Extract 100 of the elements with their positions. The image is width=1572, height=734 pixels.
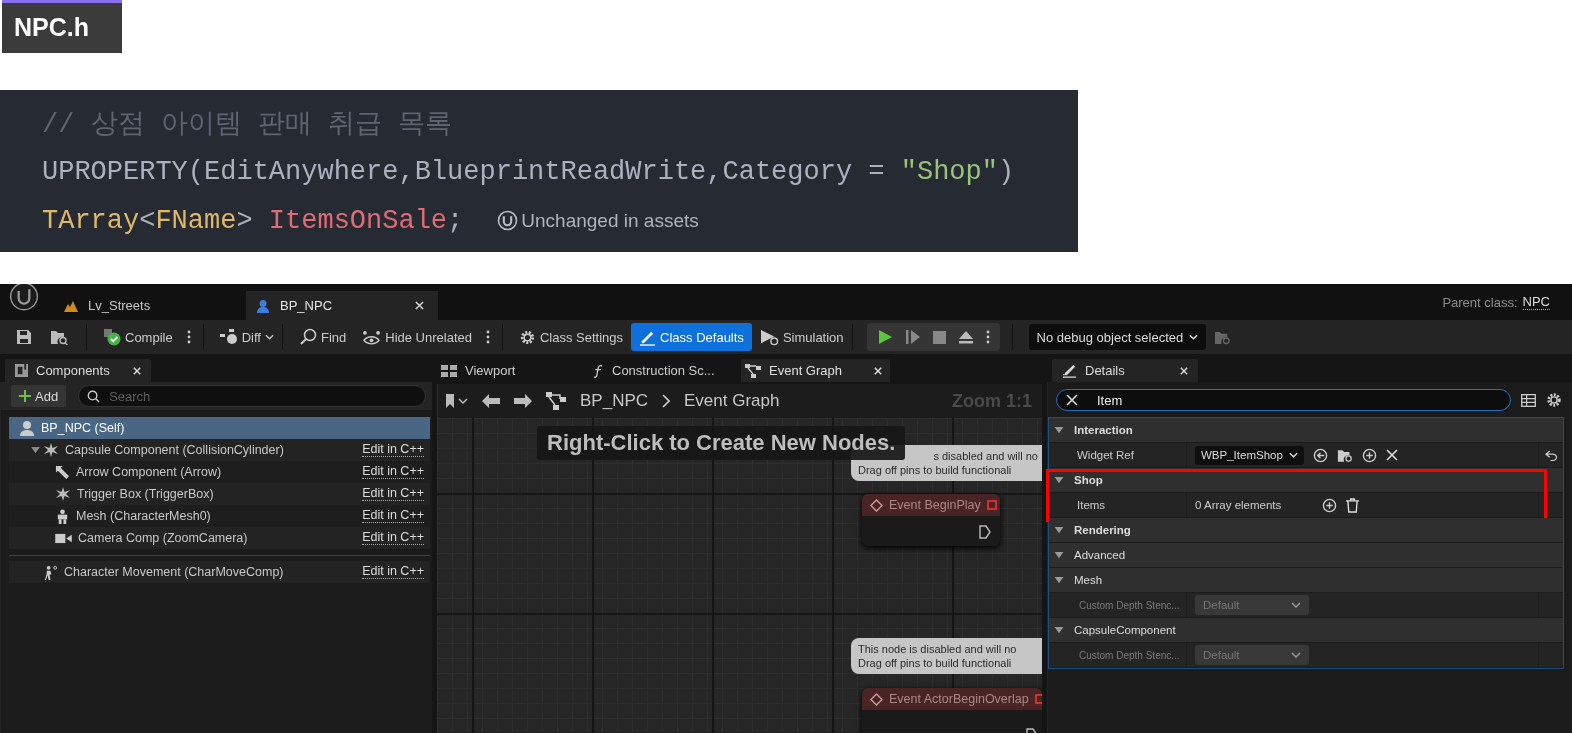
- comment-text: Drag off pins to build functionali: [858, 656, 1013, 670]
- component-row[interactable]: Character Movement (CharMoveComp) Edit in C++: [9, 561, 430, 583]
- table-icon[interactable]: [1521, 393, 1536, 407]
- category-header[interactable]: CapsuleComponent: [1049, 618, 1563, 643]
- category-header[interactable]: Rendering: [1049, 518, 1563, 543]
- pencil-icon: [1062, 363, 1077, 378]
- component-row[interactable]: BP_NPC (Self): [9, 417, 430, 439]
- code-line: UPROPERTY(EditAnywhere,BlueprintReadWrite,Category = "Shop"): [42, 156, 1015, 187]
- person-icon: [19, 420, 35, 436]
- codelens-hint[interactable]: Unchanged in assets: [521, 209, 699, 232]
- collapse-arrow-icon[interactable]: [31, 446, 40, 454]
- checkmark-icon: [103, 328, 121, 346]
- play-icon[interactable]: [876, 329, 893, 345]
- close-icon[interactable]: [874, 366, 882, 375]
- component-name: Trigger Box (TriggerBox): [77, 487, 215, 501]
- node-graph-icon[interactable]: [546, 392, 566, 410]
- back-arrow-icon[interactable]: [482, 394, 500, 408]
- category-name: Advanced: [1074, 549, 1126, 561]
- component-row[interactable]: Trigger Box (TriggerBox) Edit in C++: [9, 483, 430, 505]
- parent-class-link[interactable]: NPC: [1522, 294, 1550, 310]
- search-field[interactable]: Search: [78, 385, 426, 407]
- close-icon[interactable]: [133, 366, 141, 375]
- more-icon[interactable]: [485, 330, 490, 344]
- category-header[interactable]: Mesh: [1049, 568, 1563, 593]
- walking-figure-icon: [43, 564, 58, 580]
- component-icon: [15, 364, 28, 377]
- trash-icon[interactable]: [1346, 497, 1359, 513]
- eye-icon: [362, 329, 382, 345]
- property-name: Custom Depth Stenc...: [1049, 593, 1187, 617]
- diamond-icon: [870, 692, 883, 706]
- document-tab[interactable]: Lv_Streets: [54, 291, 246, 320]
- array-count: 0 Array elements: [1195, 499, 1283, 511]
- property-name: Custom Depth Stenc...: [1049, 643, 1187, 667]
- function-icon: [593, 363, 604, 378]
- step-icon[interactable]: [904, 329, 921, 345]
- component-row[interactable]: Capsule Component (CollisionCylinder) Edit in C++: [9, 439, 430, 461]
- find-button[interactable]: Find: [290, 323, 355, 351]
- category-name: Shop: [1074, 474, 1103, 486]
- category-header[interactable]: Shop: [1049, 468, 1563, 493]
- category-header[interactable]: Advanced: [1049, 543, 1563, 568]
- graph-tab[interactable]: Event Graph: [741, 359, 890, 382]
- folder-search-icon[interactable]: [50, 329, 68, 345]
- debug-object-dropdown[interactable]: No debug object selected: [1028, 324, 1207, 350]
- edit-in-cpp-link[interactable]: Edit in C++: [362, 443, 424, 457]
- save-icon[interactable]: [16, 329, 32, 345]
- component-name: Capsule Component (CollisionCylinder): [65, 443, 285, 457]
- add-icon[interactable]: [1322, 497, 1337, 513]
- diff-button[interactable]: Diff: [211, 323, 282, 351]
- more-icon[interactable]: [186, 330, 191, 344]
- caret-icon: [1189, 334, 1199, 340]
- collapse-arrow-icon: [1054, 426, 1064, 434]
- document-tab[interactable]: BP_NPC: [246, 291, 438, 320]
- code-line: TArray<FName> ItemsOnSale;: [42, 205, 464, 236]
- component-row[interactable]: Camera Comp (ZoomCamera) Edit in C++: [9, 527, 430, 549]
- panel-tab[interactable]: Details: [1052, 359, 1198, 382]
- reset-icon[interactable]: [1544, 449, 1558, 461]
- add-icon[interactable]: [1361, 447, 1377, 463]
- panel-tab[interactable]: Components: [5, 359, 151, 382]
- property-name: Items: [1049, 493, 1187, 517]
- close-icon[interactable]: [1180, 366, 1188, 375]
- edit-in-cpp-link[interactable]: Edit in C++: [362, 565, 424, 579]
- close-icon[interactable]: [415, 301, 424, 310]
- component-name: BP_NPC (Self): [41, 421, 126, 435]
- edit-in-cpp-link[interactable]: Edit in C++: [362, 531, 424, 545]
- hide-unrelated-button[interactable]: Hide Unrelated: [354, 323, 480, 351]
- use-selected-icon[interactable]: [1312, 447, 1328, 463]
- graph-tab[interactable]: Viewport: [437, 359, 586, 382]
- edit-in-cpp-link[interactable]: Edit in C++: [362, 509, 424, 523]
- figure-icon: [55, 508, 70, 524]
- breadcrumb-link[interactable]: BP_NPC: [580, 391, 649, 411]
- comment-text: s disabled and will no: [933, 449, 1038, 463]
- stop-icon[interactable]: [932, 330, 946, 344]
- settings-icon[interactable]: [1546, 392, 1562, 408]
- logo-icon: [497, 210, 519, 231]
- mode-button[interactable]: Simulation: [751, 323, 852, 351]
- graph-tab[interactable]: Construction Sc...: [589, 359, 738, 382]
- clear-icon[interactable]: [1385, 449, 1398, 461]
- search-field[interactable]: Item: [1056, 389, 1511, 411]
- clear-icon[interactable]: [1066, 394, 1078, 406]
- eject-icon[interactable]: [957, 329, 974, 345]
- collapse-arrow-icon: [1054, 626, 1064, 634]
- compile-button[interactable]: Compile: [95, 323, 181, 351]
- mode-button[interactable]: Class Settings: [510, 323, 632, 351]
- add-button[interactable]: Add: [11, 385, 67, 407]
- edit-in-cpp-link[interactable]: Edit in C++: [362, 465, 424, 479]
- node-title: Event BeginPlay: [889, 498, 981, 512]
- category-header[interactable]: Interaction: [1049, 418, 1563, 443]
- more-icon[interactable]: [985, 330, 990, 344]
- component-name: Character Movement (CharMoveComp): [64, 565, 285, 579]
- spark-icon: [43, 442, 59, 458]
- edit-in-cpp-link[interactable]: Edit in C++: [362, 487, 424, 501]
- file-tab[interactable]: NPC.h: [2, 0, 122, 53]
- diamond-icon: [870, 498, 883, 512]
- graph-hint: Right-Click to Create New Nodes.: [537, 426, 906, 460]
- folder-search-icon[interactable]: [1336, 447, 1353, 463]
- person-icon: [256, 298, 270, 313]
- mode-button[interactable]: Class Defaults: [631, 323, 752, 351]
- bookmark-icon[interactable]: [446, 394, 468, 408]
- asset-dropdown[interactable]: WBP_ItemShop: [1195, 445, 1304, 465]
- forward-arrow-icon[interactable]: [514, 394, 532, 408]
